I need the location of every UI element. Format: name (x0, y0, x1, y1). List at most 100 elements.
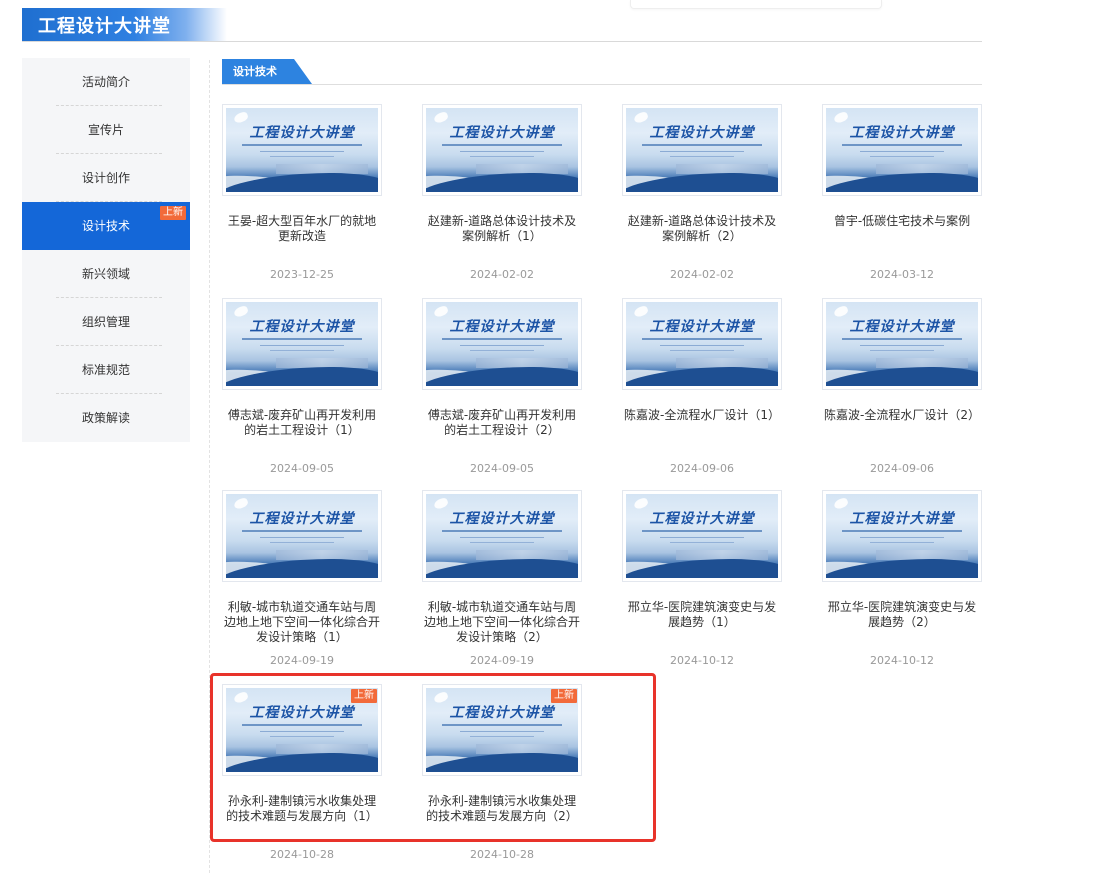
video-title[interactable]: 利敏-城市轨道交通车站与周边地上地下空间一体化综合开发设计策略（1） (222, 600, 382, 645)
thumbnail-subtitle-line (842, 144, 962, 146)
sidebar-item-label: 标准规范 (81, 363, 130, 377)
video-date: 2024-10-28 (470, 848, 534, 861)
video-card[interactable]: 工程设计大讲堂 赵建新-道路总体设计技术及案例解析（1） 2024-02-02 (422, 104, 582, 284)
content-divider (209, 60, 210, 873)
thumbnail-title: 工程设计大讲堂 (249, 511, 355, 527)
thumbnail-title: 工程设计大讲堂 (849, 319, 955, 335)
video-title[interactable]: 陈嘉波-全流程水厂设计（2） (822, 408, 982, 423)
thumbnail-art: 工程设计大讲堂 (626, 494, 778, 578)
video-thumbnail[interactable]: 工程设计大讲堂 (822, 490, 982, 582)
new-badge: 上新 (160, 206, 186, 220)
thumbnail-title: 工程设计大讲堂 (449, 319, 555, 335)
video-title[interactable]: 王晏-超大型百年水厂的就地更新改造 (222, 214, 382, 244)
thumbnail-subtitle-line (442, 530, 562, 532)
page-title: 工程设计大讲堂 (38, 16, 171, 37)
video-title[interactable]: 孙永利-建制镇污水收集处理的技术难题与发展方向（2） (422, 794, 582, 824)
new-badge: 上新 (351, 689, 377, 703)
video-thumbnail[interactable]: 工程设计大讲堂 上新 (222, 684, 382, 776)
video-thumbnail[interactable]: 工程设计大讲堂 (222, 298, 382, 390)
thumbnail-caption-line (870, 350, 934, 351)
sidebar-item-standards[interactable]: 标准规范 (22, 346, 190, 394)
sidebar-item-organization[interactable]: 组织管理 (22, 298, 190, 346)
sidebar-item-intro[interactable]: 活动简介 (22, 58, 190, 106)
thumbnail-caption-line (660, 537, 744, 538)
video-thumbnail[interactable]: 工程设计大讲堂 (422, 298, 582, 390)
video-thumbnail[interactable]: 工程设计大讲堂 (622, 298, 782, 390)
video-thumbnail[interactable]: 工程设计大讲堂 (822, 298, 982, 390)
video-card[interactable]: 工程设计大讲堂 上新 孙永利-建制镇污水收集处理的技术难题与发展方向（1） 20… (222, 684, 382, 864)
sidebar-item-policy[interactable]: 政策解读 (22, 394, 190, 442)
video-thumbnail[interactable]: 工程设计大讲堂 (622, 490, 782, 582)
video-title[interactable]: 曾宇-低碳住宅技术与案例 (822, 214, 982, 229)
top-search-box[interactable] (630, 0, 882, 9)
thumbnail-subtitle-line (242, 144, 362, 146)
sidebar-item-design-creation[interactable]: 设计创作 (22, 154, 190, 202)
thumbnail-caption-line (260, 151, 344, 152)
video-title[interactable]: 傅志斌-废弃矿山再开发利用的岩土工程设计（1） (222, 408, 382, 438)
thumbnail-title: 工程设计大讲堂 (649, 125, 755, 141)
sidebar-item-label: 设计技术 (81, 219, 130, 233)
video-card[interactable]: 工程设计大讲堂 傅志斌-废弃矿山再开发利用的岩土工程设计（2） 2024-09-… (422, 298, 582, 478)
video-card[interactable]: 工程设计大讲堂 邢立华-医院建筑演变史与发展趋势（1） 2024-10-12 (622, 490, 782, 670)
thumbnail-title: 工程设计大讲堂 (449, 705, 555, 721)
video-thumbnail[interactable]: 工程设计大讲堂 (222, 104, 382, 196)
video-card[interactable]: 工程设计大讲堂 陈嘉波-全流程水厂设计（1） 2024-09-06 (622, 298, 782, 478)
video-card[interactable]: 工程设计大讲堂 利敏-城市轨道交通车站与周边地上地下空间一体化综合开发设计策略（… (422, 490, 582, 670)
thumbnail-title: 工程设计大讲堂 (849, 511, 955, 527)
thumbnail-caption-line (260, 537, 344, 538)
section-tab: 设计技术 (222, 59, 312, 84)
thumbnail-caption-line (860, 151, 944, 152)
thumbnail-subtitle-line (642, 144, 762, 146)
thumbnail-art: 工程设计大讲堂 (826, 494, 978, 578)
section-divider (222, 84, 982, 85)
video-card[interactable]: 工程设计大讲堂 邢立华-医院建筑演变史与发展趋势（2） 2024-10-12 (822, 490, 982, 670)
thumbnail-caption-line (470, 350, 534, 351)
video-title[interactable]: 傅志斌-废弃矿山再开发利用的岩土工程设计（2） (422, 408, 582, 438)
video-title[interactable]: 孙永利-建制镇污水收集处理的技术难题与发展方向（1） (222, 794, 382, 824)
thumbnail-caption-line (270, 350, 334, 351)
sidebar-item-design-technology[interactable]: 设计技术 上新 (22, 202, 190, 250)
video-thumbnail[interactable]: 工程设计大讲堂 (622, 104, 782, 196)
thumbnail-caption-line (470, 736, 534, 737)
video-date: 2024-10-28 (270, 848, 334, 861)
thumbnail-caption-line (460, 731, 544, 732)
sidebar-item-emerging-fields[interactable]: 新兴领域 (22, 250, 190, 298)
video-thumbnail[interactable]: 工程设计大讲堂 (822, 104, 982, 196)
thumbnail-title: 工程设计大讲堂 (849, 125, 955, 141)
video-title[interactable]: 邢立华-医院建筑演变史与发展趋势（1） (622, 600, 782, 630)
thumbnail-art: 工程设计大讲堂 (426, 108, 578, 192)
thumbnail-caption-line (870, 542, 934, 543)
video-thumbnail[interactable]: 工程设计大讲堂 (222, 490, 382, 582)
video-title[interactable]: 赵建新-道路总体设计技术及案例解析（2） (622, 214, 782, 244)
video-title[interactable]: 利敏-城市轨道交通车站与周边地上地下空间一体化综合开发设计策略（2） (422, 600, 582, 645)
video-date: 2024-09-06 (670, 462, 734, 475)
page: 工程设计大讲堂 活动简介 宣传片 设计创作 设计技术 上新 新兴领域 组织管理 标… (0, 0, 1117, 873)
sidebar-item-promo-video[interactable]: 宣传片 (22, 106, 190, 154)
sidebar: 活动简介 宣传片 设计创作 设计技术 上新 新兴领域 组织管理 标准规范 政策解读 (22, 58, 190, 442)
thumbnail-caption-line (460, 537, 544, 538)
thumbnail-caption-line (860, 537, 944, 538)
video-thumbnail[interactable]: 工程设计大讲堂 上新 (422, 684, 582, 776)
thumbnail-caption-line (870, 156, 934, 157)
video-thumbnail[interactable]: 工程设计大讲堂 (422, 490, 582, 582)
video-title[interactable]: 赵建新-道路总体设计技术及案例解析（1） (422, 214, 582, 244)
thumbnail-art: 工程设计大讲堂 (226, 108, 378, 192)
thumbnail-caption-line (670, 350, 734, 351)
thumbnail-title: 工程设计大讲堂 (249, 705, 355, 721)
video-card[interactable]: 工程设计大讲堂 曾宇-低碳住宅技术与案例 2024-03-12 (822, 104, 982, 284)
video-card[interactable]: 工程设计大讲堂 赵建新-道路总体设计技术及案例解析（2） 2024-02-02 (622, 104, 782, 284)
video-date: 2024-03-12 (870, 268, 934, 281)
video-card[interactable]: 工程设计大讲堂 利敏-城市轨道交通车站与周边地上地下空间一体化综合开发设计策略（… (222, 490, 382, 670)
video-card[interactable]: 工程设计大讲堂 王晏-超大型百年水厂的就地更新改造 2023-12-25 (222, 104, 382, 284)
thumbnail-art: 工程设计大讲堂 (826, 302, 978, 386)
video-card[interactable]: 工程设计大讲堂 上新 孙永利-建制镇污水收集处理的技术难题与发展方向（2） 20… (422, 684, 582, 864)
video-title[interactable]: 邢立华-医院建筑演变史与发展趋势（2） (822, 600, 982, 630)
video-card[interactable]: 工程设计大讲堂 陈嘉波-全流程水厂设计（2） 2024-09-06 (822, 298, 982, 478)
video-thumbnail[interactable]: 工程设计大讲堂 (422, 104, 582, 196)
thumbnail-subtitle-line (642, 338, 762, 340)
video-card[interactable]: 工程设计大讲堂 傅志斌-废弃矿山再开发利用的岩土工程设计（1） 2024-09-… (222, 298, 382, 478)
thumbnail-caption-line (270, 736, 334, 737)
video-title[interactable]: 陈嘉波-全流程水厂设计（1） (622, 408, 782, 423)
video-date: 2024-09-19 (470, 654, 534, 667)
sidebar-item-label: 组织管理 (81, 315, 130, 329)
